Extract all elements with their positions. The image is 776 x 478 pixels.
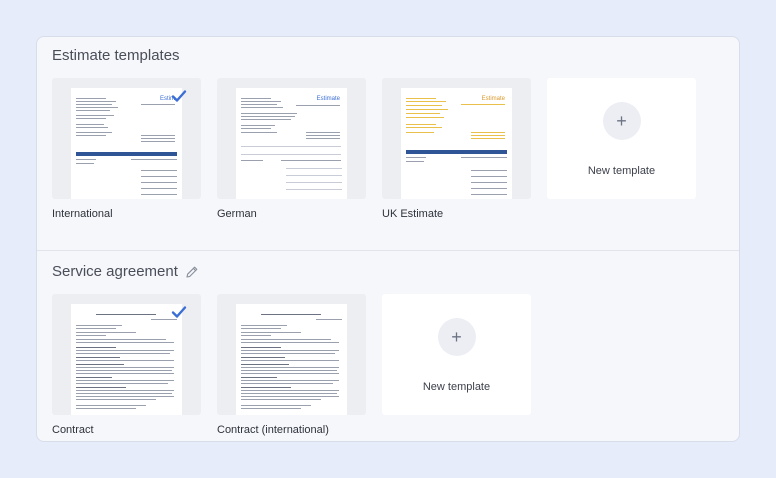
section-divider xyxy=(37,250,739,251)
new-template-label: New template xyxy=(422,381,491,393)
document-preview-title: Estimate xyxy=(481,96,505,102)
new-template-button[interactable]: + New template xyxy=(382,294,531,415)
template-thumbnail: Estim xyxy=(52,78,201,199)
section-title-text: Service agreement xyxy=(52,263,178,280)
checkmark-icon xyxy=(171,90,187,102)
service-agreement-title: Service agreement xyxy=(52,263,199,280)
template-card-uk-estimate[interactable]: Estimate UK Estimate xyxy=(382,78,531,220)
section-title-text: Estimate templates xyxy=(52,47,180,64)
template-thumbnail: Estimate xyxy=(217,78,366,199)
template-card-contract[interactable]: Contract xyxy=(52,294,201,436)
checkmark-icon xyxy=(171,306,187,318)
template-thumbnail xyxy=(217,294,366,415)
template-label: Contract (international) xyxy=(217,424,329,436)
template-thumbnail: Estimate xyxy=(382,78,531,199)
pencil-icon[interactable] xyxy=(185,265,199,279)
plus-icon: + xyxy=(437,318,476,356)
new-template-label: New template xyxy=(587,165,656,177)
document-preview xyxy=(236,304,347,415)
template-thumbnail xyxy=(52,294,201,415)
new-template-button[interactable]: + New template xyxy=(547,78,696,199)
template-card-contract-international[interactable]: Contract (international) xyxy=(217,294,366,436)
document-preview: Estim xyxy=(71,88,182,199)
document-preview: Estimate xyxy=(236,88,347,199)
document-preview xyxy=(71,304,182,415)
template-label: Contract xyxy=(52,424,94,436)
template-label: German xyxy=(217,208,257,220)
template-label: UK Estimate xyxy=(382,208,444,220)
template-card-international[interactable]: Estim International xyxy=(52,78,201,220)
template-card-german[interactable]: Estimate German xyxy=(217,78,366,220)
estimate-templates-title: Estimate templates xyxy=(52,47,180,64)
document-preview-title: Estimate xyxy=(316,96,340,102)
plus-icon: + xyxy=(602,102,641,140)
document-preview: Estimate xyxy=(401,88,512,199)
template-label: International xyxy=(52,208,113,220)
templates-panel: Estimate templates Estim International E… xyxy=(36,36,740,442)
